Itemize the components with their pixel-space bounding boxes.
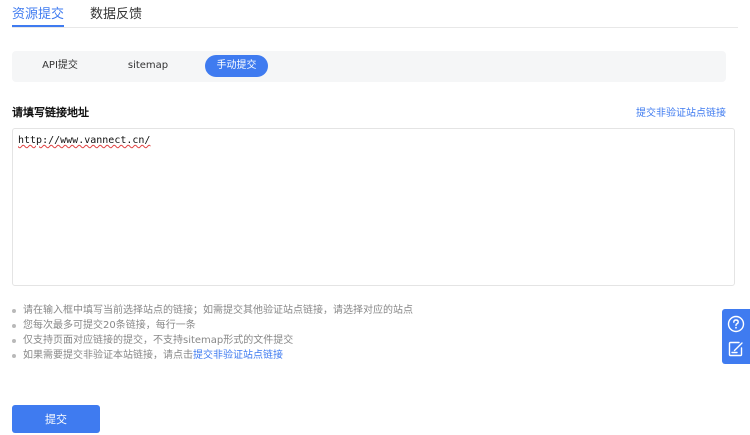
tab-resource-submit[interactable]: 资源提交 bbox=[12, 0, 65, 27]
tip-item: 仅支持页面对应链接的提交，不支持sitemap形式的文件提交 bbox=[12, 333, 413, 348]
tip-inline-link[interactable]: 提交非验证站点链接 bbox=[193, 350, 283, 361]
help-icon[interactable] bbox=[727, 315, 745, 333]
tip-item: 您每次最多可提交20条链接，每行一条 bbox=[12, 318, 413, 333]
segment-api-submit[interactable]: API提交 bbox=[30, 55, 90, 77]
submit-unverified-link[interactable]: 提交非验证站点链接 bbox=[636, 104, 726, 119]
segment-sitemap[interactable]: sitemap bbox=[122, 55, 174, 77]
side-float-toolbar bbox=[722, 309, 750, 364]
segment-manual-submit[interactable]: 手动提交 bbox=[205, 55, 268, 77]
link-input-title: 请填写链接地址 bbox=[12, 106, 89, 119]
top-tabs: 资源提交 数据反馈 bbox=[12, 0, 168, 27]
submit-button[interactable]: 提交 bbox=[12, 405, 100, 433]
tip-item-last: 如果需要提交非验证本站链接，请点击提交非验证站点链接 bbox=[12, 348, 413, 363]
tab-data-feedback[interactable]: 数据反馈 bbox=[90, 0, 142, 24]
feedback-icon[interactable] bbox=[727, 340, 745, 358]
tabs-divider bbox=[12, 27, 738, 28]
tip-item: 请在输入框中填写当前选择站点的链接；如需提交其他验证站点链接，请选择对应的站点 bbox=[12, 303, 413, 318]
url-text: http://www.vannect.cn/ bbox=[18, 135, 151, 146]
submit-method-segment: API提交 sitemap 手动提交 bbox=[12, 51, 726, 82]
url-textarea[interactable]: http://www.vannect.cn/ bbox=[12, 128, 735, 286]
tips-list: 请在输入框中填写当前选择站点的链接；如需提交其他验证站点链接，请选择对应的站点 … bbox=[12, 303, 413, 363]
tip-prefix: 如果需要提交非验证本站链接，请点击 bbox=[23, 350, 193, 361]
